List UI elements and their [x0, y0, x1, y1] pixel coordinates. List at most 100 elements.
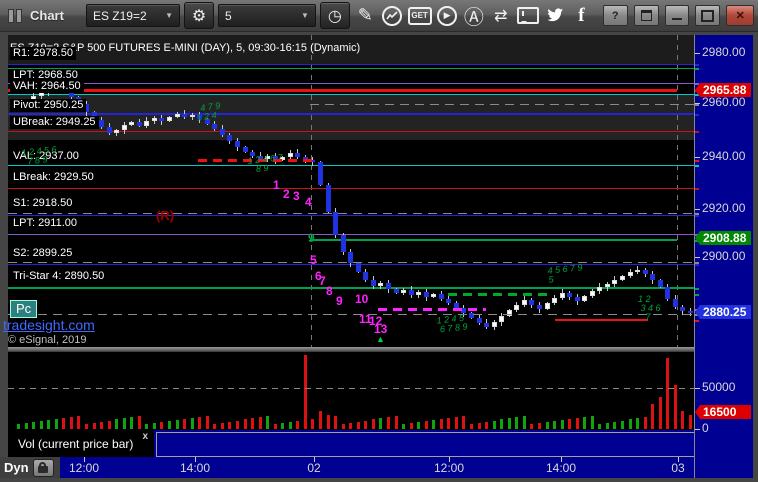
candle[interactable]: [182, 114, 187, 117]
candle[interactable]: [545, 302, 550, 309]
play-button[interactable]: ▶: [436, 4, 459, 28]
candle[interactable]: [552, 297, 557, 303]
draw-pencil-icon[interactable]: ✎: [354, 4, 377, 28]
candle[interactable]: [243, 147, 248, 153]
symbol-settings-button[interactable]: ⚙: [184, 2, 214, 29]
candle[interactable]: [318, 161, 323, 186]
candle[interactable]: [424, 291, 429, 298]
candle[interactable]: [628, 271, 633, 276]
interval-dropdown[interactable]: 5 ▼: [218, 4, 316, 27]
candle[interactable]: [439, 293, 444, 300]
candle[interactable]: [665, 286, 670, 300]
symbol-value: ES Z19=2: [92, 8, 147, 23]
candle[interactable]: [378, 282, 383, 287]
candle[interactable]: [227, 134, 232, 142]
candle[interactable]: [643, 269, 648, 274]
maximize-button[interactable]: [695, 5, 721, 26]
trendline-tool-icon[interactable]: [381, 4, 404, 28]
candle[interactable]: [499, 315, 504, 322]
candle[interactable]: [167, 116, 172, 122]
candle[interactable]: [597, 287, 602, 292]
lock-icon[interactable]: [32, 458, 54, 477]
price-chart-pane[interactable]: R1: 2978.50 LPT: 2968.50 VAH: 2964.50 Pivot…: [8, 35, 694, 347]
transfer-arrows-icon[interactable]: ⇄: [489, 4, 512, 28]
candle[interactable]: [371, 280, 376, 287]
candle[interactable]: [144, 121, 149, 126]
candle[interactable]: [590, 291, 595, 297]
candle[interactable]: [235, 141, 240, 148]
candle[interactable]: [446, 299, 451, 303]
volume-bar: [478, 423, 481, 429]
candle[interactable]: [529, 299, 534, 305]
candle[interactable]: [620, 275, 625, 280]
candle[interactable]: [537, 304, 542, 309]
candle[interactable]: [522, 299, 527, 305]
count-annotation: 1 2 4 6 7 8 9: [247, 152, 283, 175]
candle[interactable]: [114, 130, 119, 133]
popout-button[interactable]: [633, 5, 659, 26]
candle[interactable]: [514, 304, 519, 311]
candle[interactable]: [333, 211, 338, 236]
twitter-icon[interactable]: [543, 4, 566, 28]
candle[interactable]: [401, 290, 406, 294]
candle[interactable]: [409, 290, 414, 296]
volume-pane[interactable]: [8, 352, 694, 430]
candle[interactable]: [612, 279, 617, 284]
time-axis[interactable]: Dyn 12:00 14:00 02 12:00 14:00 03: [0, 457, 752, 478]
candle[interactable]: [99, 119, 104, 128]
axis-color-tick: [695, 320, 699, 322]
candle[interactable]: [190, 114, 195, 117]
candle[interactable]: [386, 282, 391, 289]
candle[interactable]: [416, 291, 421, 296]
candle[interactable]: [288, 152, 293, 157]
candle[interactable]: [129, 121, 134, 126]
candle[interactable]: [582, 296, 587, 301]
volume-bar: [651, 404, 654, 429]
candle[interactable]: [137, 121, 142, 126]
close-button[interactable]: ✕: [726, 5, 755, 26]
candle[interactable]: [356, 262, 361, 272]
candle[interactable]: [567, 293, 572, 298]
candle[interactable]: [107, 127, 112, 133]
candle[interactable]: [477, 317, 482, 323]
volume-bar: [681, 411, 684, 429]
comment-bubble-icon[interactable]: [516, 4, 539, 28]
volume-bar: [508, 418, 511, 429]
candle[interactable]: [295, 152, 300, 157]
price-axis[interactable]: 2980.00 2960.00 2940.00 2920.00 2900.00 50000…: [694, 35, 753, 478]
candle[interactable]: [431, 293, 436, 298]
close-tab-icon[interactable]: x: [142, 431, 148, 442]
candle[interactable]: [680, 306, 685, 312]
volume-study-tab[interactable]: Vol (current price bar) x: [8, 430, 154, 457]
horizontal-scrollbar-thumb[interactable]: [156, 432, 696, 457]
candle[interactable]: [175, 114, 180, 117]
auto-annotate-icon[interactable]: Ⓐ: [462, 4, 485, 29]
candle[interactable]: [394, 288, 399, 294]
axis-color-tick: [695, 165, 699, 167]
candle[interactable]: [673, 299, 678, 307]
candle[interactable]: [363, 271, 368, 281]
candle[interactable]: [122, 125, 127, 131]
symbol-dropdown[interactable]: ES Z19=2 ▼: [85, 4, 180, 27]
help-button[interactable]: ?: [602, 5, 628, 26]
candle[interactable]: [492, 321, 497, 327]
candle[interactable]: [212, 123, 217, 129]
time-settings-button[interactable]: ◷: [319, 2, 350, 29]
facebook-icon[interactable]: f: [570, 4, 593, 28]
candle[interactable]: [159, 117, 164, 122]
tradesight-link[interactable]: tradesight.com: [3, 317, 95, 333]
candle[interactable]: [635, 269, 640, 272]
candle[interactable]: [560, 293, 565, 298]
candle[interactable]: [220, 128, 225, 135]
minimize-button[interactable]: [664, 5, 690, 26]
candle[interactable]: [341, 235, 346, 252]
candle[interactable]: [484, 322, 489, 327]
get-data-button[interactable]: GET: [407, 4, 432, 28]
candle[interactable]: [152, 117, 157, 122]
wave-count-number: 7: [319, 274, 326, 288]
candle[interactable]: [658, 279, 663, 287]
candle[interactable]: [650, 273, 655, 280]
candle[interactable]: [605, 283, 610, 288]
candle[interactable]: [575, 297, 580, 301]
candle[interactable]: [326, 185, 331, 212]
